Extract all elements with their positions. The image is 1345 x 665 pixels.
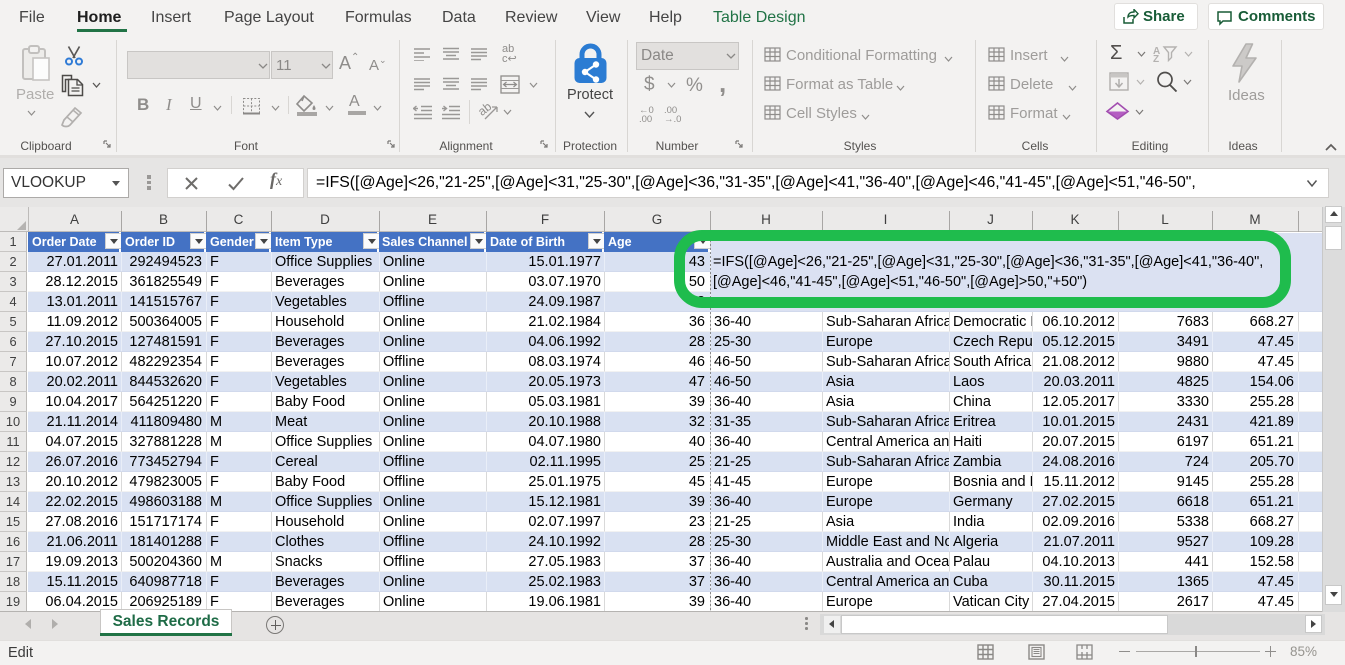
svg-text:Z: Z xyxy=(1153,54,1159,62)
